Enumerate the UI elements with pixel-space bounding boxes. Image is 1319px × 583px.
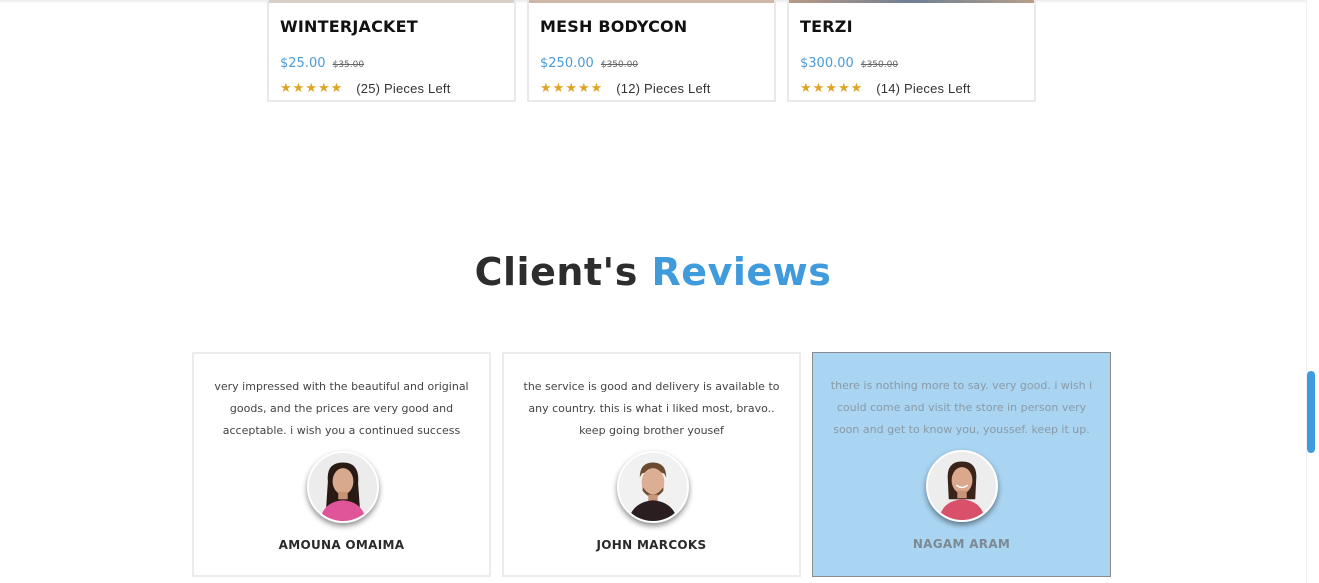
price-row: $25.00 $35.00 [280, 52, 364, 71]
product-card[interactable]: WINTERJACKET $25.00 $35.00 ★ ★ ★ ★ ★ (25… [267, 0, 516, 102]
star-icon: ★ [565, 81, 577, 96]
star-icon: ★ [552, 81, 565, 96]
man-avatar [617, 451, 689, 523]
product-image[interactable] [269, 0, 514, 3]
reviews-section-title: Client's Reviews [0, 250, 1306, 294]
product-old-price: $350.00 [600, 60, 639, 70]
star-rating: ★ ★ ★ ★ ★ [540, 82, 602, 95]
star-rating: ★ ★ ★ ★ ★ [280, 82, 342, 95]
reviewer-name: JOHN MARCOKS [596, 538, 707, 552]
star-icon: ★ [292, 81, 305, 96]
star-icon: ★ [850, 81, 863, 96]
product-card[interactable]: TERZI $300.00 $350.00 ★ ★ ★ ★ ★ (14) Pie… [787, 0, 1036, 102]
star-icon: ★ [825, 81, 837, 96]
star-icon: ★ [540, 81, 552, 96]
review-card[interactable]: the service is good and delivery is avai… [502, 352, 801, 577]
star-icon: ★ [800, 81, 812, 96]
scrollbar-track[interactable] [1306, 0, 1319, 583]
star-icon: ★ [305, 81, 317, 96]
product-image[interactable] [529, 0, 774, 3]
rating-row: ★ ★ ★ ★ ★ (14) Pieces Left [800, 81, 971, 96]
product-old-price: $350.00 [860, 60, 899, 70]
review-text: there is nothing more to say. very good.… [830, 379, 1093, 436]
product-price: $25.00 [280, 56, 326, 71]
rating-row: ★ ★ ★ ★ ★ (25) Pieces Left [280, 81, 451, 96]
reviewer-name: AMOUNA OMAIMA [278, 538, 405, 552]
title-main: Client's [474, 250, 638, 294]
review-card[interactable]: very impressed with the beautiful and or… [192, 352, 491, 577]
star-icon: ★ [317, 81, 330, 96]
price-row: $300.00 $350.00 [800, 52, 898, 71]
scrollbar-thumb[interactable] [1307, 371, 1315, 453]
product-image[interactable] [789, 0, 1034, 3]
rating-row: ★ ★ ★ ★ ★ (12) Pieces Left [540, 81, 711, 96]
product-old-price: $35.00 [332, 60, 365, 70]
woman-avatar [307, 451, 379, 523]
product-name[interactable]: TERZI [800, 17, 853, 36]
product-name[interactable]: MESH BODYCON [540, 17, 687, 36]
stock-count: (14) Pieces Left [876, 81, 971, 96]
review-card-active[interactable]: there is nothing more to say. very good.… [812, 352, 1111, 577]
product-price: $250.00 [540, 56, 594, 71]
title-accent: Reviews [651, 250, 832, 294]
review-text: the service is good and delivery is avai… [523, 380, 780, 437]
review-text: very impressed with the beautiful and or… [214, 380, 469, 437]
stock-count: (12) Pieces Left [616, 81, 711, 96]
star-rating: ★ ★ ★ ★ ★ [800, 82, 862, 95]
stock-count: (25) Pieces Left [356, 81, 451, 96]
star-icon: ★ [330, 81, 343, 96]
product-name[interactable]: WINTERJACKET [280, 17, 418, 36]
product-card[interactable]: MESH BODYCON $250.00 $350.00 ★ ★ ★ ★ ★ (… [527, 0, 776, 102]
page: WINTERJACKET $25.00 $35.00 ★ ★ ★ ★ ★ (25… [0, 0, 1319, 583]
star-icon: ★ [577, 81, 590, 96]
star-icon: ★ [837, 81, 850, 96]
price-row: $250.00 $350.00 [540, 52, 638, 71]
star-icon: ★ [812, 81, 825, 96]
product-price: $300.00 [800, 56, 854, 71]
reviewer-name: NAGAM ARAM [912, 537, 1011, 551]
woman-avatar [926, 450, 998, 522]
star-icon: ★ [280, 81, 292, 96]
star-icon: ★ [590, 81, 603, 96]
